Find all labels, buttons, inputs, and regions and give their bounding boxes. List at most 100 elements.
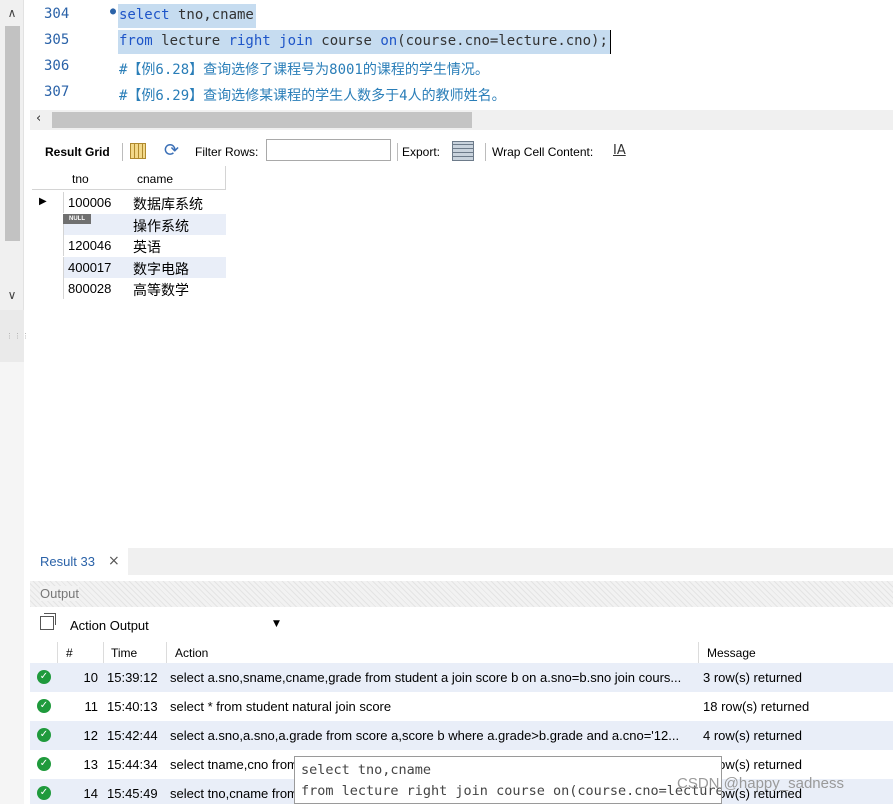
- export-icon[interactable]: [452, 141, 474, 161]
- export-label: Export:: [402, 145, 441, 159]
- cell-cname[interactable]: 高等数学: [133, 280, 189, 300]
- column-header-label: cname: [137, 172, 174, 186]
- output-cell-num: 11: [84, 699, 99, 714]
- filter-rows-label: Filter Rows:: [195, 145, 259, 159]
- row-header[interactable]: [32, 235, 64, 256]
- code-line[interactable]: 304 ● select tno,cname: [30, 2, 893, 28]
- output-row[interactable]: ✓ 11 15:40:13 select * from student natural…: [30, 692, 893, 721]
- splitter-grip[interactable]: ⋮⋮⋮: [0, 310, 29, 362]
- output-cell-action: select a.sno,sname,cname,grade from stud…: [170, 670, 682, 685]
- grid-corner: [32, 166, 65, 190]
- toolbar-divider: [122, 143, 123, 161]
- grid-row[interactable]: 800028 高等数学: [32, 278, 226, 299]
- line-number: 304: [44, 6, 70, 22]
- result-tab-label: Result 33: [40, 554, 95, 569]
- watermark-text: CSDN @happy_sadness: [677, 775, 844, 792]
- cell-cname[interactable]: 英语: [133, 237, 161, 257]
- output-cell-message: 18 row(s) returned: [703, 699, 810, 714]
- output-cell-action: select a.sno,a.sno,a.grade from score a,…: [170, 728, 680, 743]
- tooltip-line: select tno,cname: [301, 762, 432, 778]
- scroll-thumb[interactable]: [5, 26, 20, 241]
- code-line[interactable]: 306 #【例6.28】查询选修了课程号为8001的课程的学生情况。: [30, 54, 893, 80]
- wrap-cell-label: Wrap Cell Content:: [492, 145, 594, 159]
- column-header-action[interactable]: Action: [175, 646, 208, 660]
- result-grid-button[interactable]: Result Grid: [45, 145, 110, 159]
- output-cell-num: 12: [83, 728, 98, 743]
- sql-token: (course.cno=lecture.cno);: [397, 33, 608, 49]
- result-toolbar: Result Grid ⟳ Filter Rows: Export: Wrap …: [30, 138, 893, 166]
- output-cell-message: 4 row(s) returned: [703, 728, 802, 743]
- output-title: Output: [40, 586, 80, 601]
- output-cell-message: 3 row(s) returned: [703, 670, 802, 685]
- result-tab[interactable]: Result 33 ×: [30, 548, 128, 575]
- sql-keyword: select: [119, 7, 170, 23]
- column-header-label: tno: [72, 172, 89, 186]
- editor-horizontal-scrollbar[interactable]: ‹: [30, 110, 893, 130]
- column-divider: [103, 642, 104, 663]
- success-check-icon: ✓: [37, 757, 51, 771]
- output-table-header: # Time Action Message: [30, 642, 893, 663]
- cell-cname[interactable]: 数据库系统: [133, 194, 203, 214]
- code-text: select tno,cname: [118, 4, 256, 28]
- left-gutter: [0, 362, 24, 804]
- code-text: from lecture right join course on(course…: [118, 30, 611, 54]
- cell-cname[interactable]: 数字电路: [133, 259, 189, 279]
- sql-keyword: from: [119, 33, 153, 49]
- close-icon[interactable]: ×: [108, 553, 120, 569]
- column-header-time[interactable]: Time: [111, 646, 137, 660]
- output-cell-action: select * from student natural join score: [170, 699, 392, 714]
- grid-row[interactable]: NULL 操作系统: [32, 213, 226, 236]
- scroll-up-arrow-icon[interactable]: ∧: [0, 6, 24, 20]
- output-cell-time: 15:45:49: [107, 786, 158, 801]
- output-cell-num: 14: [83, 786, 98, 801]
- refresh-icon[interactable]: ⟳: [164, 140, 179, 161]
- tooltip-line: from lecture right join course on(course…: [301, 783, 722, 799]
- column-divider: [57, 642, 58, 663]
- output-cell-time: 15:42:44: [107, 728, 158, 743]
- cell-cname[interactable]: 操作系统: [133, 216, 189, 236]
- result-tab-bar: Result 33 ×: [30, 548, 893, 575]
- grid-row[interactable]: 400017 数字电路: [32, 256, 226, 279]
- row-header[interactable]: ▶: [32, 192, 64, 213]
- output-cell-num: 10: [83, 670, 98, 685]
- cell-tno[interactable]: 120046: [68, 238, 111, 253]
- output-row[interactable]: ✓ 12 15:42:44 select a.sno,a.sno,a.grade fr…: [30, 721, 893, 750]
- column-header-cname[interactable]: cname: [129, 166, 226, 190]
- line-number: 306: [44, 58, 70, 74]
- chevron-down-icon[interactable]: ▼: [273, 619, 280, 629]
- action-tooltip: select tno,cname from lecture right join…: [294, 756, 722, 804]
- column-header-num[interactable]: #: [66, 646, 73, 660]
- sql-editor[interactable]: 304 ● select tno,cname 305 from lecture righ…: [30, 0, 893, 110]
- cell-tno[interactable]: 400017: [68, 260, 111, 275]
- cell-tno[interactable]: 100006: [68, 195, 111, 210]
- row-header[interactable]: [32, 278, 64, 299]
- wrap-text-icon[interactable]: IA: [613, 143, 626, 158]
- sql-token: course: [312, 33, 381, 49]
- sql-comment: #【例6.28】查询选修了课程号为8001的课程的学生情况。: [119, 62, 489, 78]
- filter-rows-input[interactable]: [266, 139, 391, 161]
- toolbar-divider: [485, 143, 486, 161]
- horizontal-scroll-thumb[interactable]: [52, 112, 472, 128]
- line-number: 305: [44, 32, 70, 48]
- row-header[interactable]: [32, 213, 64, 235]
- column-header-message[interactable]: Message: [707, 646, 756, 660]
- code-line[interactable]: 307 #【例6.29】查询选修某课程的学生人数多于4人的教师姓名。: [30, 80, 893, 106]
- column-header-tno[interactable]: tno: [64, 166, 130, 190]
- code-line[interactable]: 305 from lecture right join course on(cou…: [30, 28, 893, 54]
- row-header[interactable]: [32, 256, 64, 278]
- scroll-down-arrow-icon[interactable]: ∨: [0, 288, 24, 302]
- copy-icon[interactable]: [40, 613, 56, 630]
- output-row[interactable]: ✓ 10 15:39:12 select a.sno,sname,cname,grad…: [30, 663, 893, 692]
- scroll-left-arrow-icon[interactable]: ‹: [36, 111, 41, 126]
- output-type-dropdown[interactable]: Action Output ▼: [64, 614, 286, 636]
- grid-row[interactable]: 120046 英语: [32, 235, 226, 256]
- grid-row[interactable]: ▶ 100006 数据库系统: [32, 192, 226, 213]
- grid-layout-icon[interactable]: [130, 143, 146, 159]
- current-row-pointer-icon: ▶: [39, 196, 47, 207]
- code-text: #【例6.29】查询选修某课程的学生人数多于4人的教师姓名。: [118, 82, 508, 106]
- output-cell-time: 15:44:34: [107, 757, 158, 772]
- sql-token: lecture: [152, 33, 229, 49]
- cell-tno[interactable]: 800028: [68, 281, 111, 296]
- line-number: 307: [44, 84, 70, 100]
- editor-vertical-scrollbar[interactable]: ∧ ∨: [0, 0, 24, 310]
